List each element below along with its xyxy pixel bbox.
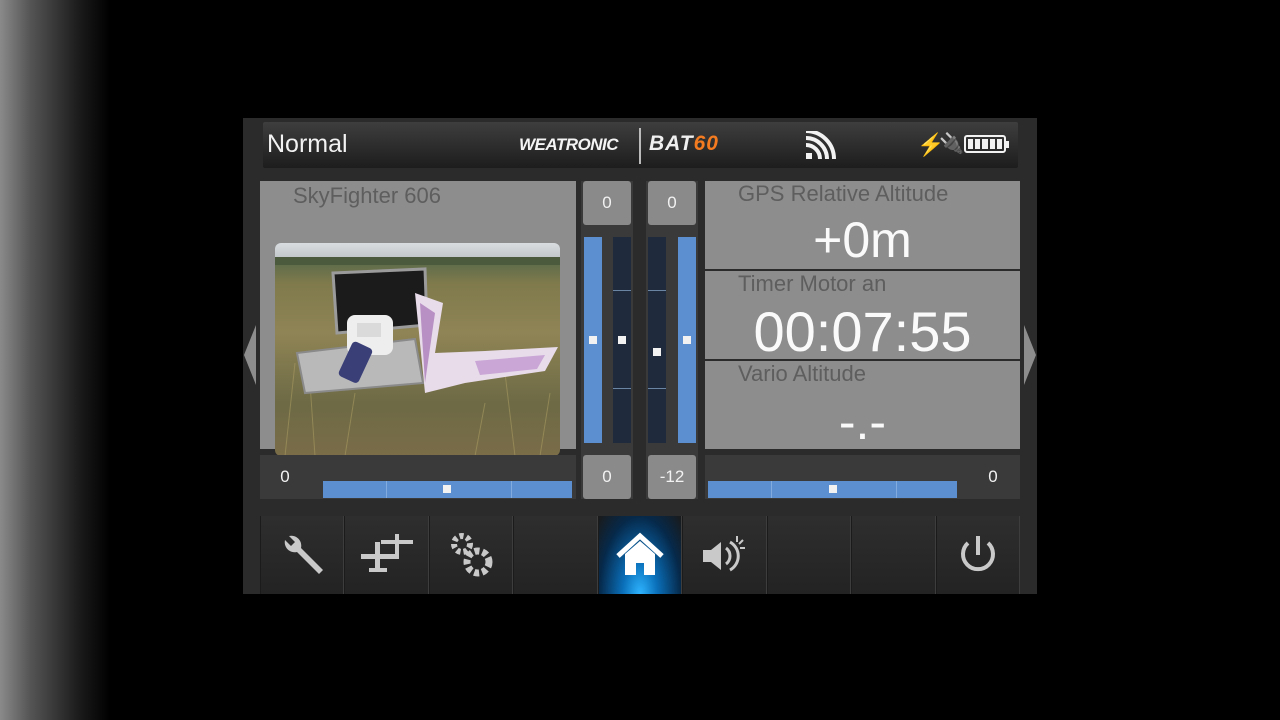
trim-knob	[618, 336, 626, 344]
page-left-arrow[interactable]	[244, 325, 256, 385]
telemetry-label: Timer Motor an	[738, 271, 887, 296]
nav-sound[interactable]	[682, 516, 767, 594]
telemetry-motor-timer[interactable]: Timer Motor an 00:07:55	[705, 271, 1020, 363]
home-icon	[615, 532, 665, 578]
trim-knob	[683, 336, 691, 344]
telemetry-value: 00:07:55	[753, 300, 972, 363]
speaker-icon	[699, 532, 749, 578]
trim-knob	[829, 485, 837, 493]
brand-logo: WEATRONIC	[519, 135, 619, 154]
model-photo	[275, 243, 560, 456]
bottom-nav	[260, 516, 1020, 594]
trim-knob	[653, 348, 661, 356]
telemetry-vario-altitude[interactable]: Vario Altitude -.-	[705, 361, 1020, 450]
battery-icon	[964, 135, 1009, 153]
nav-tools[interactable]	[260, 516, 345, 594]
flight-mode-label: Normal	[267, 130, 348, 158]
telemetry-value: -.-	[838, 394, 887, 450]
nav-empty-slot	[513, 516, 598, 594]
trim-knob	[589, 336, 597, 344]
status-header: Normal WEATRONIC BAT60 ⚡ 🔌	[263, 122, 1018, 168]
power-icon	[956, 533, 1000, 577]
model-panel[interactable]: SkyFighter 606	[260, 181, 576, 456]
telemetry-label: GPS Relative Altitude	[738, 181, 949, 206]
nav-empty-slot	[766, 516, 852, 594]
page-right-arrow[interactable]	[1024, 325, 1036, 385]
gears-icon	[446, 530, 496, 580]
trim-value-bottom-mid-left: 0	[583, 455, 631, 499]
trim-value-left-top: 0	[583, 181, 631, 225]
nav-empty-slot	[851, 516, 936, 594]
wrench-icon	[277, 530, 327, 580]
telemetry-gps-altitude[interactable]: GPS Relative Altitude +0m	[705, 181, 1020, 269]
trim-value-bottom-right: 0	[968, 455, 1018, 499]
nav-power[interactable]	[935, 516, 1020, 594]
signal-icon	[804, 129, 838, 166]
trim-value-bottom-left: 0	[260, 455, 310, 499]
nav-models[interactable]	[344, 516, 429, 594]
telemetry-value: +0m	[813, 212, 912, 268]
trim-bar-right-inner[interactable]	[648, 237, 666, 443]
nav-settings[interactable]	[428, 516, 514, 594]
nav-home[interactable]	[597, 516, 683, 594]
transmitter-screen: Normal WEATRONIC BAT60 ⚡ 🔌 SkyFighter 60…	[243, 118, 1037, 594]
telemetry-label: Vario Altitude	[738, 361, 867, 386]
plug-icon: 🔌	[939, 133, 964, 155]
trim-value-right-top: 0	[648, 181, 696, 225]
brand-divider	[639, 128, 641, 164]
model-name: SkyFighter 606	[293, 183, 441, 208]
model-logo: BAT60	[649, 132, 719, 155]
airplanes-icon	[359, 532, 415, 578]
trim-knob	[443, 485, 451, 493]
trim-value-bottom-mid-right: -12	[648, 455, 696, 499]
